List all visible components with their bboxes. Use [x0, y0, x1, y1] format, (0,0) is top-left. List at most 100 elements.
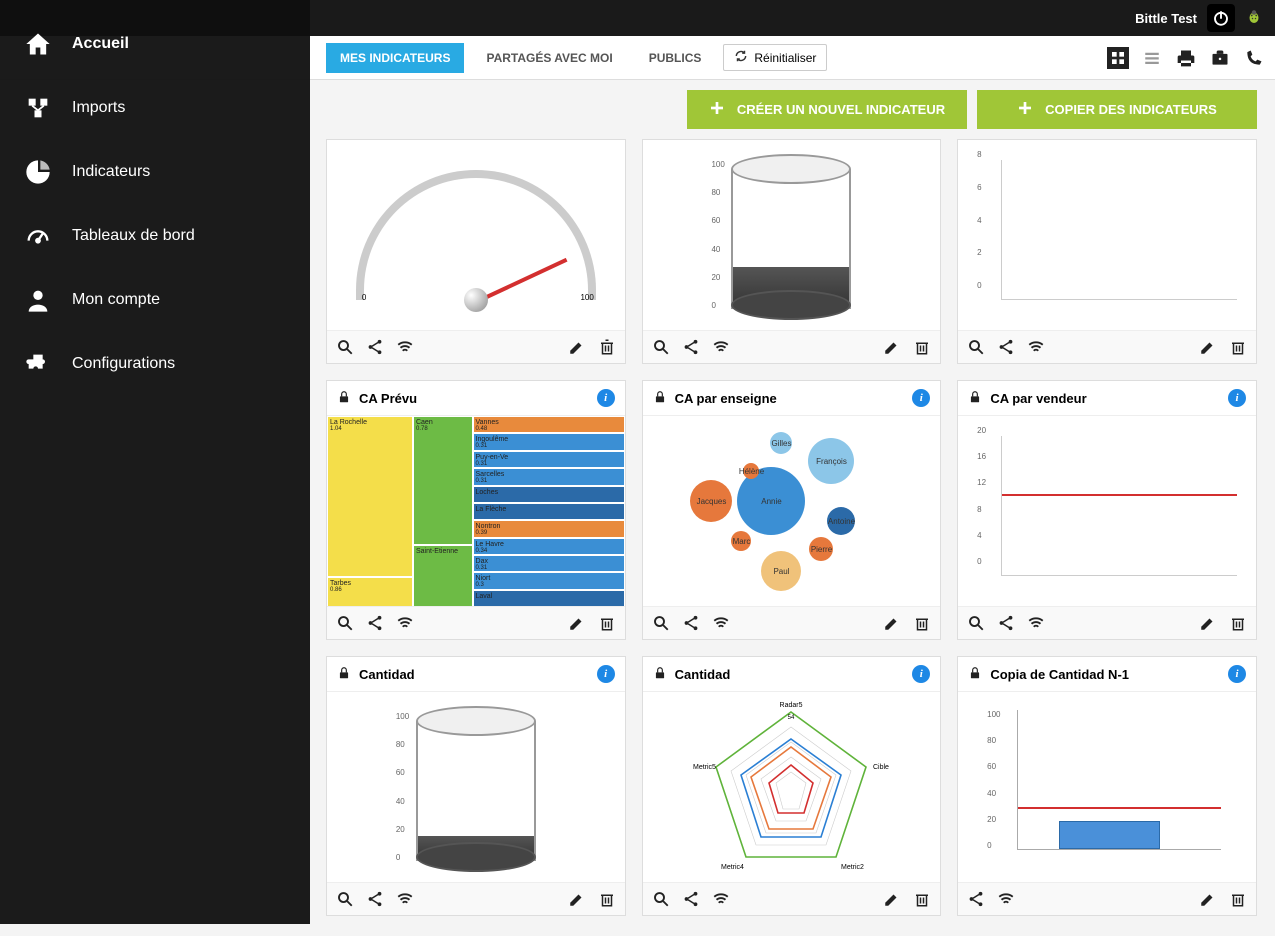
share-icon[interactable]: [365, 337, 385, 357]
tab-partages[interactable]: PARTAGÉS AVEC MOI: [472, 43, 626, 73]
wifi-icon[interactable]: [711, 337, 731, 357]
edit-icon[interactable]: [1198, 337, 1218, 357]
trash-icon[interactable]: [1228, 613, 1248, 633]
zoom-icon[interactable]: [335, 889, 355, 909]
trash-icon[interactable]: [1228, 337, 1248, 357]
wifi-icon[interactable]: [1026, 337, 1046, 357]
zoom-icon[interactable]: [335, 613, 355, 633]
zoom-icon[interactable]: [335, 337, 355, 357]
card-title: CA Prévu: [359, 391, 589, 406]
wifi-icon[interactable]: [395, 613, 415, 633]
edit-icon[interactable]: [567, 613, 587, 633]
info-icon[interactable]: i: [912, 389, 930, 407]
wifi-icon[interactable]: [395, 889, 415, 909]
wifi-icon[interactable]: [1026, 613, 1046, 633]
tab-mes-indicateurs[interactable]: MES INDICATEURS: [326, 43, 464, 73]
info-icon[interactable]: i: [912, 665, 930, 683]
wifi-icon[interactable]: [395, 337, 415, 357]
zoom-icon[interactable]: [651, 337, 671, 357]
edit-icon[interactable]: [567, 889, 587, 909]
sidebar-item-compte[interactable]: Mon compte: [0, 268, 310, 332]
user-label: Bittle Test: [1135, 11, 1197, 26]
edit-icon[interactable]: [882, 613, 902, 633]
lock-icon: [653, 666, 667, 683]
trash-icon[interactable]: [912, 337, 932, 357]
svg-text:Metric2: Metric2: [841, 864, 864, 871]
pie-icon: [24, 158, 52, 186]
wifi-icon[interactable]: [996, 889, 1016, 909]
print-icon[interactable]: [1175, 47, 1197, 69]
trash-icon[interactable]: [597, 889, 617, 909]
user-icon: [24, 286, 52, 314]
share-icon[interactable]: [996, 613, 1016, 633]
trash-icon[interactable]: [597, 613, 617, 633]
trash-icon[interactable]: [597, 337, 617, 357]
plus-icon: [1017, 100, 1033, 119]
zoom-icon[interactable]: [966, 337, 986, 357]
trash-icon[interactable]: [912, 613, 932, 633]
trash-icon[interactable]: [912, 889, 932, 909]
sidebar-item-indicateurs[interactable]: Indicateurs: [0, 140, 310, 204]
refresh-icon: [734, 49, 748, 66]
edit-icon[interactable]: [1198, 889, 1218, 909]
indicator-card: 0 100: [326, 139, 626, 364]
lock-icon: [337, 390, 351, 407]
svg-text:Metric4: Metric4: [721, 864, 744, 871]
share-icon[interactable]: [681, 337, 701, 357]
trash-icon[interactable]: [1228, 889, 1248, 909]
indicator-card: CA Prévu i La Rochelle1.04Tarbes0.86Roan…: [326, 380, 626, 640]
share-icon[interactable]: [966, 889, 986, 909]
indicator-card: 86420: [957, 139, 1257, 364]
sidebar-item-tableaux[interactable]: Tableaux de bord: [0, 204, 310, 268]
share-icon[interactable]: [996, 337, 1016, 357]
lock-icon: [653, 390, 667, 407]
indicator-card: CA par vendeur i 201612840: [957, 380, 1257, 640]
card-title: Copia de Cantidad N-1: [990, 667, 1220, 682]
sidebar: Accueil Imports Indicateurs Tableaux de …: [0, 0, 310, 924]
lock-icon: [968, 390, 982, 407]
share-icon[interactable]: [365, 613, 385, 633]
svg-text:Radar5: Radar5: [780, 702, 803, 709]
sidebar-item-imports[interactable]: Imports: [0, 76, 310, 140]
info-icon[interactable]: i: [597, 665, 615, 683]
svg-text:Metric5: Metric5: [693, 764, 716, 771]
info-icon[interactable]: i: [597, 389, 615, 407]
share-icon[interactable]: [681, 613, 701, 633]
zoom-icon[interactable]: [651, 889, 671, 909]
info-icon[interactable]: i: [1228, 665, 1246, 683]
info-icon[interactable]: i: [1228, 389, 1246, 407]
indicator-card: Cantidad i Radar5 54 Cible Metric2: [642, 656, 942, 916]
card-title: CA par enseigne: [675, 391, 905, 406]
zoom-icon[interactable]: [966, 613, 986, 633]
create-indicator-button[interactable]: CRÉER UN NOUVEL INDICATEUR: [687, 90, 967, 129]
briefcase-icon[interactable]: [1209, 47, 1231, 69]
phone-icon[interactable]: [1243, 47, 1265, 69]
lock-icon: [337, 666, 351, 683]
edit-icon[interactable]: [567, 337, 587, 357]
sidebar-item-accueil[interactable]: Accueil: [0, 12, 310, 76]
sidebar-item-label: Mon compte: [72, 291, 160, 309]
sidebar-item-label: Imports: [72, 99, 125, 117]
share-icon[interactable]: [681, 889, 701, 909]
reset-button[interactable]: Réinitialiser: [723, 44, 827, 71]
edit-icon[interactable]: [882, 337, 902, 357]
wifi-icon[interactable]: [711, 613, 731, 633]
gauge-icon: [24, 222, 52, 250]
puzzle-icon: [24, 350, 52, 378]
indicator-card: Copia de Cantidad N-1 i 100806040200: [957, 656, 1257, 916]
zoom-icon[interactable]: [651, 613, 671, 633]
view-grid-icon[interactable]: [1107, 47, 1129, 69]
edit-icon[interactable]: [882, 889, 902, 909]
wifi-icon[interactable]: [711, 889, 731, 909]
bug-icon[interactable]: [1245, 8, 1263, 29]
imports-icon: [24, 94, 52, 122]
sidebar-item-configurations[interactable]: Configurations: [0, 332, 310, 396]
power-button[interactable]: [1207, 4, 1235, 32]
tab-publics[interactable]: PUBLICS: [635, 43, 716, 73]
copy-indicators-button[interactable]: COPIER DES INDICATEURS: [977, 90, 1257, 129]
view-list-icon[interactable]: [1141, 47, 1163, 69]
sidebar-item-label: Indicateurs: [72, 163, 150, 181]
edit-icon[interactable]: [1198, 613, 1218, 633]
plus-icon: [709, 100, 725, 119]
share-icon[interactable]: [365, 889, 385, 909]
